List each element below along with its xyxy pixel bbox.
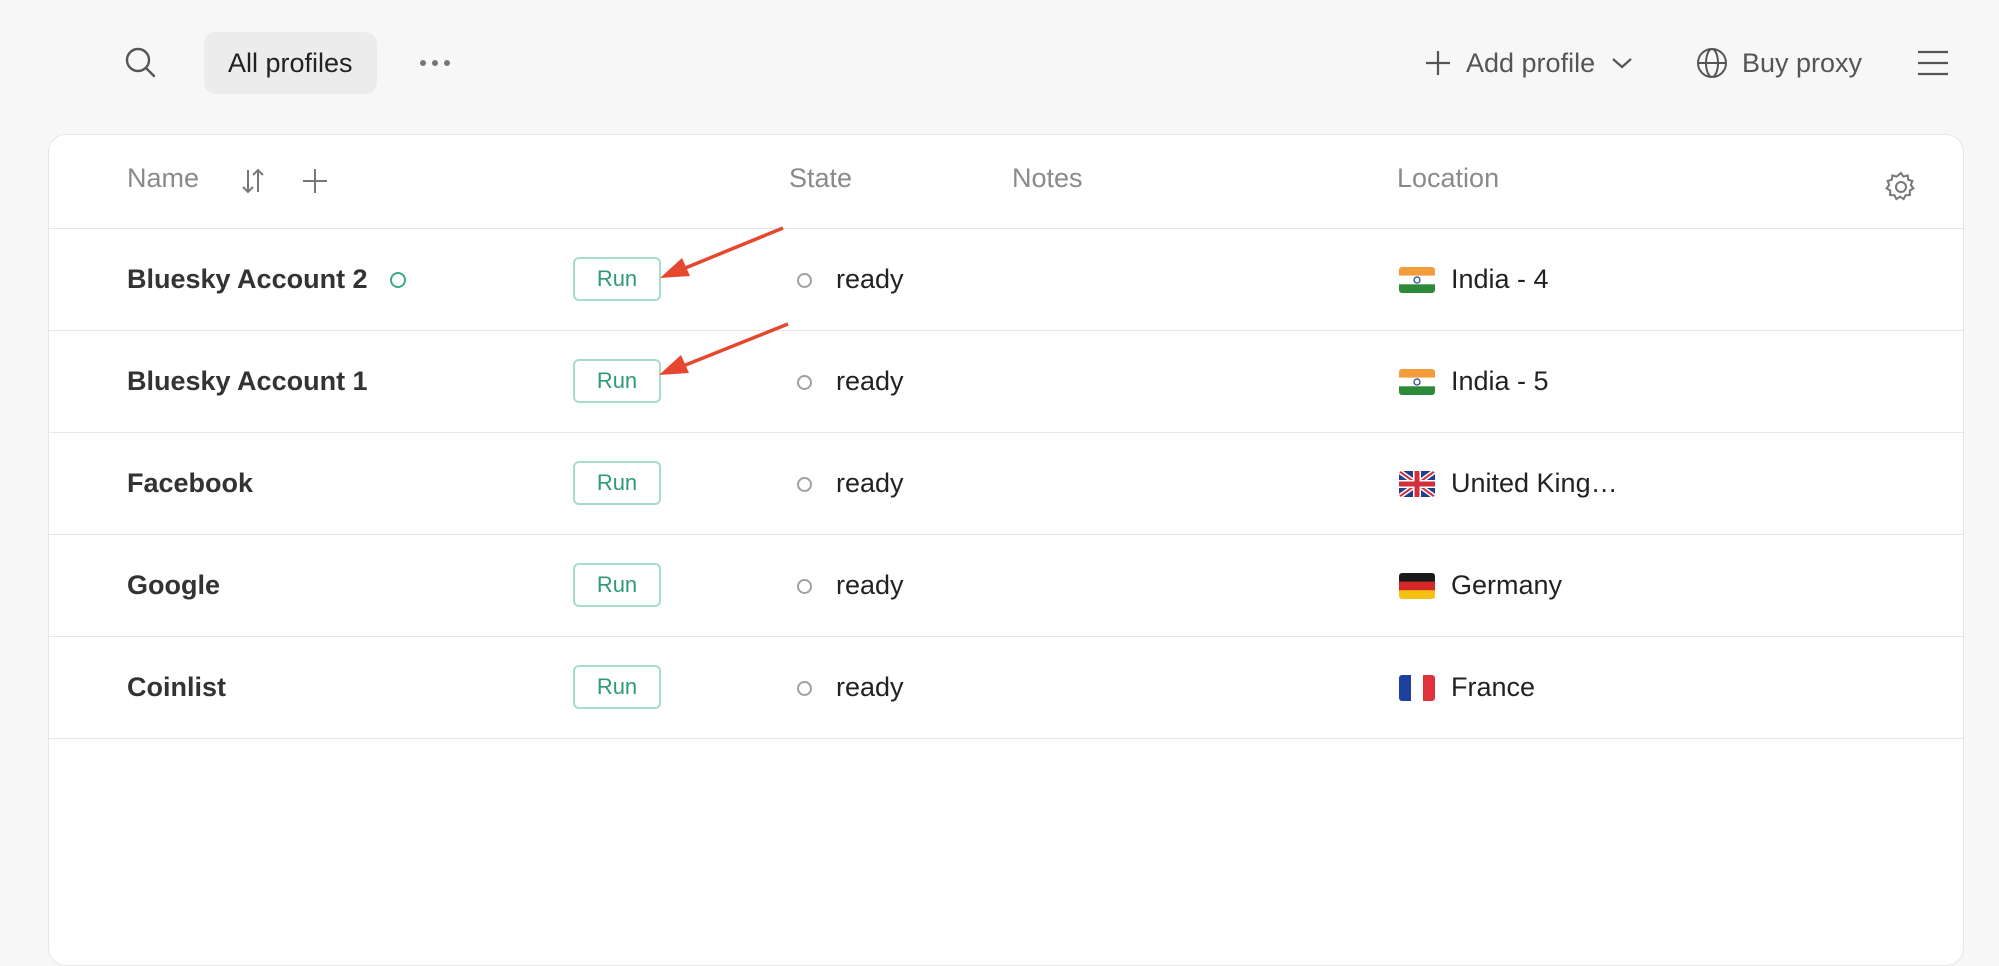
state-text: ready bbox=[836, 672, 904, 702]
run-button[interactable]: Run bbox=[573, 257, 661, 301]
location-cell: India - 4 bbox=[1399, 229, 1549, 330]
flag-germany-icon bbox=[1399, 572, 1435, 599]
location-cell: India - 5 bbox=[1399, 331, 1549, 432]
top-bar: All profiles Add profile Buy proxy bbox=[0, 0, 1999, 124]
run-button[interactable]: Run bbox=[573, 359, 661, 403]
profiles-table: Name State Notes Location Bluesky Accoun… bbox=[48, 134, 1964, 966]
table-row[interactable]: Google Run ready Germany bbox=[49, 535, 1963, 637]
location-text: United King… bbox=[1451, 468, 1618, 498]
state-status-icon bbox=[797, 273, 812, 288]
profile-name-cell[interactable]: Coinlist bbox=[127, 637, 226, 738]
hamburger-menu-icon bbox=[1918, 50, 1948, 76]
profile-name: Facebook bbox=[127, 468, 254, 498]
search-button[interactable] bbox=[118, 40, 164, 86]
location-cell: Germany bbox=[1399, 535, 1562, 636]
tab-all-profiles-label: All profiles bbox=[228, 47, 353, 78]
column-header-name[interactable]: Name bbox=[127, 163, 199, 194]
run-button[interactable]: Run bbox=[573, 665, 661, 709]
state-status-icon bbox=[797, 579, 812, 594]
table-row[interactable]: Facebook Run ready United King… bbox=[49, 433, 1963, 535]
tab-all-profiles[interactable]: All profiles bbox=[204, 32, 377, 94]
add-profile-button[interactable]: Add profile bbox=[1424, 40, 1633, 86]
state-text: ready bbox=[836, 570, 904, 600]
column-header-notes[interactable]: Notes bbox=[1012, 163, 1083, 194]
add-column-button[interactable] bbox=[297, 163, 333, 199]
profile-name: Bluesky Account 2 bbox=[127, 264, 368, 294]
flag-france-icon bbox=[1399, 674, 1435, 701]
state-text: ready bbox=[836, 366, 904, 396]
location-cell: United King… bbox=[1399, 433, 1618, 534]
profile-name-cell[interactable]: Facebook bbox=[127, 433, 253, 534]
more-horizontal-icon bbox=[420, 60, 450, 66]
location-text: France bbox=[1451, 672, 1536, 702]
location-text: India - 4 bbox=[1451, 264, 1549, 294]
globe-icon bbox=[1697, 48, 1727, 78]
more-button[interactable] bbox=[410, 42, 460, 84]
buy-proxy-button[interactable]: Buy proxy bbox=[1696, 40, 1862, 86]
profile-name: Google bbox=[127, 570, 220, 600]
sort-button[interactable] bbox=[235, 163, 271, 199]
flag-india-icon bbox=[1399, 368, 1435, 395]
gear-icon bbox=[1885, 171, 1915, 201]
flag-uk-icon bbox=[1399, 470, 1435, 497]
table-header: Name State Notes Location bbox=[49, 135, 1963, 229]
profile-name-cell[interactable]: Google bbox=[127, 535, 220, 636]
buy-proxy-label: Buy proxy bbox=[1742, 47, 1863, 78]
add-profile-label: Add profile bbox=[1466, 47, 1596, 78]
location-text: Germany bbox=[1451, 570, 1563, 600]
column-header-state[interactable]: State bbox=[789, 163, 852, 194]
plus-icon bbox=[303, 169, 327, 193]
location-text: India - 5 bbox=[1451, 366, 1549, 396]
location-cell: France bbox=[1399, 637, 1535, 738]
run-button[interactable]: Run bbox=[573, 461, 661, 505]
online-indicator-icon bbox=[389, 271, 406, 288]
search-icon bbox=[125, 47, 156, 78]
profile-name: Coinlist bbox=[127, 672, 226, 702]
state-status-icon bbox=[797, 681, 812, 696]
plus-icon bbox=[1426, 51, 1450, 75]
profile-name: Bluesky Account 1 bbox=[127, 366, 368, 396]
table-row[interactable]: Bluesky Account 2 Run ready India - 4 bbox=[49, 229, 1963, 331]
table-settings-button[interactable] bbox=[1881, 167, 1921, 207]
state-text: ready bbox=[836, 468, 904, 498]
chevron-down-icon[interactable] bbox=[1611, 56, 1633, 70]
state-text: ready bbox=[836, 264, 904, 294]
menu-button[interactable] bbox=[1912, 42, 1954, 84]
column-header-location[interactable]: Location bbox=[1397, 163, 1499, 194]
sort-icon bbox=[242, 168, 264, 194]
state-status-icon bbox=[797, 477, 812, 492]
table-row[interactable]: Coinlist Run ready France bbox=[49, 637, 1963, 739]
table-row[interactable]: Bluesky Account 1 Run ready India - 5 bbox=[49, 331, 1963, 433]
profile-name-cell[interactable]: Bluesky Account 2 bbox=[127, 229, 406, 330]
profile-name-cell[interactable]: Bluesky Account 1 bbox=[127, 331, 368, 432]
state-status-icon bbox=[797, 375, 812, 390]
flag-india-icon bbox=[1399, 266, 1435, 293]
run-button[interactable]: Run bbox=[573, 563, 661, 607]
